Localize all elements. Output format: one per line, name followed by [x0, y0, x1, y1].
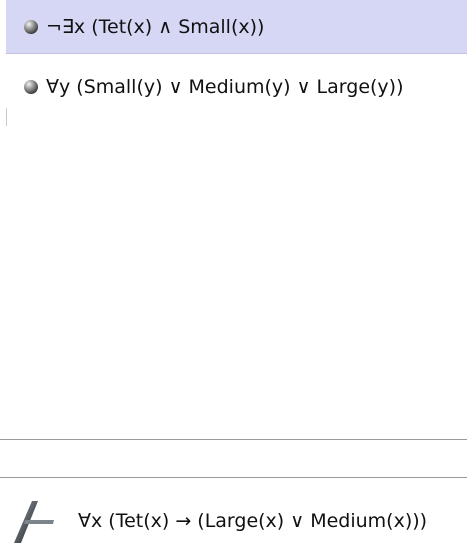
premise-divider — [0, 439, 467, 440]
fitch-bar-icon — [14, 501, 54, 543]
goal-formula: ∀x (Tet(x) → (Large(x) ∨ Medium(x))) — [78, 510, 428, 532]
premise-formula: ¬∃x (Tet(x) ∧ Small(x)) — [46, 15, 265, 38]
sphere-bullet-icon — [24, 19, 38, 34]
premise-list: ¬∃x (Tet(x) ∧ Small(x)) ∀y (Small(y) ∨ M… — [6, 0, 467, 126]
premise-row-2[interactable]: ∀y (Small(y) ∨ Medium(y) ∨ Large(y)) — [6, 60, 467, 114]
goal-row[interactable]: ∀x (Tet(x) → (Large(x) ∨ Medium(x))) — [0, 490, 467, 556]
premise-formula: ∀y (Small(y) ∨ Medium(y) ∨ Large(y)) — [46, 76, 404, 98]
goal-divider — [0, 477, 467, 478]
sphere-bullet-icon — [24, 80, 38, 94]
premise-row-1[interactable]: ¬∃x (Tet(x) ∧ Small(x)) — [6, 0, 467, 54]
proof-gutter-line — [6, 108, 7, 126]
